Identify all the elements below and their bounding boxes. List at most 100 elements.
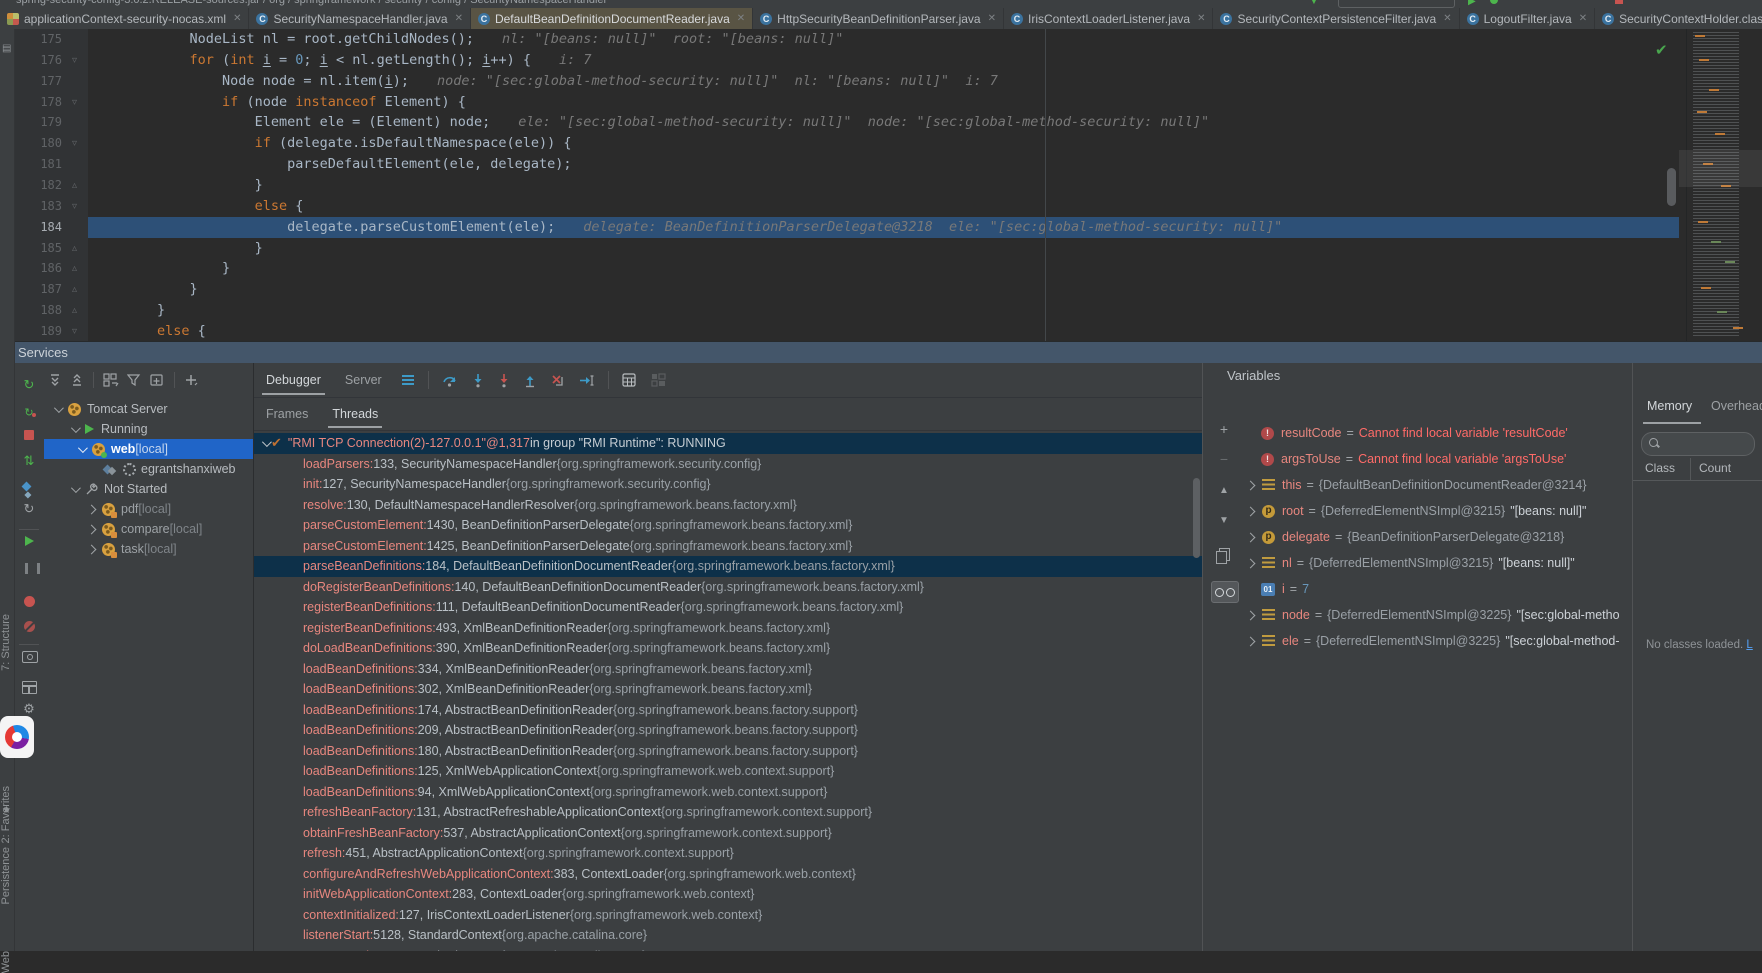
column-count[interactable]: Count: [1699, 461, 1731, 475]
tab-debugger[interactable]: Debugger: [254, 363, 333, 397]
fold-marker-icon[interactable]: ▵: [72, 258, 77, 279]
inspection-ok-icon[interactable]: ✔: [1655, 41, 1668, 59]
add-service-icon[interactable]: [184, 373, 199, 387]
filter-icon[interactable]: [127, 373, 142, 387]
editor-tab[interactable]: SecurityContextPersistenceFilter.java✕: [1213, 8, 1459, 29]
stop-icon[interactable]: [24, 430, 34, 440]
chevron-down-icon[interactable]: [71, 483, 81, 493]
fold-marker-icon[interactable]: ▿: [72, 50, 77, 71]
run-icon[interactable]: ▶: [1468, 0, 1476, 7]
chevron-down-icon[interactable]: [71, 423, 81, 433]
tab-threads[interactable]: Threads: [320, 397, 390, 430]
variable-row[interactable]: resultCode=Cannot find local variable 'r…: [1245, 420, 1633, 446]
chevron-right-icon[interactable]: [1246, 506, 1256, 516]
chevron-right-icon[interactable]: [87, 524, 97, 534]
stack-frame-row[interactable]: listenerStart:5128, StandardContext {org…: [254, 925, 1203, 946]
chevron-right-icon[interactable]: [1246, 558, 1256, 568]
chevron-right-icon[interactable]: [1246, 532, 1256, 542]
open-in-new-tab-icon[interactable]: [150, 373, 165, 387]
stack-frame-row[interactable]: loadBeanDefinitions:302, XmlBeanDefiniti…: [254, 679, 1203, 700]
fold-marker-icon[interactable]: ▿: [72, 92, 77, 113]
stripe-label--favorites[interactable]: 2: Favorites: [0, 786, 14, 843]
evaluate-expression-icon[interactable]: [622, 373, 637, 387]
stack-frame-row[interactable]: initWebApplicationContext:283, ContextLo…: [254, 884, 1203, 905]
tab-close-icon[interactable]: ✕: [233, 13, 241, 24]
debug-icon[interactable]: [1490, 0, 1498, 4]
stripe-label--structure[interactable]: 7: Structure: [0, 614, 14, 671]
editor-tab[interactable]: IrisContextLoaderListener.java✕: [1004, 8, 1213, 29]
collapse-all-icon[interactable]: [70, 373, 84, 387]
group-by-icon[interactable]: [103, 373, 119, 387]
tab-close-icon[interactable]: ✕: [1443, 13, 1451, 24]
variable-row[interactable]: argsToUse=Cannot find local variable 'ar…: [1245, 446, 1633, 472]
stack-frame-row[interactable]: loadBeanDefinitions:209, AbstractBeanDef…: [254, 720, 1203, 741]
tab-frames[interactable]: Frames: [254, 397, 320, 430]
chevron-right-icon[interactable]: [87, 504, 97, 514]
column-class[interactable]: Class: [1645, 461, 1675, 475]
stack-frame-row[interactable]: loadBeanDefinitions:125, XmlWebApplicati…: [254, 761, 1203, 782]
settings-gear-icon[interactable]: ⚙: [14, 701, 44, 717]
stack-frame-row[interactable]: parseBeanDefinitions:184, DefaultBeanDef…: [254, 556, 1203, 577]
variable-row[interactable]: i=7: [1245, 576, 1633, 602]
stack-frame-row[interactable]: loadBeanDefinitions:174, AbstractBeanDef…: [254, 700, 1203, 721]
service-tree-item[interactable]: pdf [local]: [44, 499, 253, 519]
editor-tab[interactable]: applicationContext-security-nocas.xml✕: [0, 8, 249, 29]
stack-frame-row[interactable]: init:127, SecurityNamespaceHandler {org.…: [254, 474, 1203, 495]
run-to-cursor-icon[interactable]: [579, 373, 595, 388]
service-tree-item[interactable]: Running: [44, 419, 253, 439]
stack-frame-row[interactable]: resolve:130, DefaultNamespaceHandlerReso…: [254, 495, 1203, 516]
fold-marker-icon[interactable]: ▵: [72, 238, 77, 259]
tab-close-icon[interactable]: ✕: [1579, 13, 1587, 24]
layout-settings-icon[interactable]: [651, 373, 666, 387]
variable-row[interactable]: nl={DeferredElementNSImpl@3215}"[beans: …: [1245, 550, 1633, 576]
move-up-icon[interactable]: ▲: [1211, 485, 1237, 496]
chevron-right-icon[interactable]: [87, 544, 97, 554]
service-tree-item[interactable]: compare [local]: [44, 519, 253, 539]
stack-frame-row[interactable]: registerBeanDefinitions:111, DefaultBean…: [254, 597, 1203, 618]
copy-icon[interactable]: [1216, 551, 1227, 564]
fold-marker-icon[interactable]: ▿: [72, 321, 77, 341]
service-tree-item[interactable]: Tomcat Server: [44, 399, 253, 419]
fold-marker-icon[interactable]: ▿: [72, 133, 77, 154]
service-tree-item[interactable]: Not Started: [44, 479, 253, 499]
variable-row[interactable]: root={DeferredElementNSImpl@3215}"[beans…: [1245, 498, 1633, 524]
run-config-selector[interactable]: [1338, 0, 1455, 8]
restore-layout-icon[interactable]: [22, 681, 37, 694]
stack-frame-row[interactable]: loadBeanDefinitions:180, AbstractBeanDef…: [254, 741, 1203, 762]
chevron-right-icon[interactable]: [1246, 610, 1256, 620]
stripe-label-web[interactable]: Web: [0, 951, 14, 973]
fold-marker-icon[interactable]: ▵: [72, 279, 77, 300]
tab-close-icon[interactable]: ✕: [1197, 13, 1205, 24]
chevron-down-icon[interactable]: [54, 403, 64, 413]
stripe-label-persistence[interactable]: Persistence: [0, 847, 14, 904]
tab-close-icon[interactable]: ✕: [737, 13, 745, 24]
chevron-right-icon[interactable]: [1246, 480, 1256, 490]
tab-server[interactable]: Server: [333, 363, 394, 397]
view-breakpoints-icon[interactable]: [24, 596, 35, 607]
run-config-chevron-icon[interactable]: ▼: [1309, 0, 1319, 7]
tab-memory[interactable]: Memory: [1647, 399, 1692, 413]
chevron-down-icon[interactable]: [78, 443, 88, 453]
memory-search-box[interactable]: [1641, 432, 1755, 456]
pause-icon[interactable]: [25, 563, 40, 574]
stack-frame-row[interactable]: parseCustomElement:1425, BeanDefinitionP…: [254, 536, 1203, 557]
stack-frame-row[interactable]: parseCustomElement:1430, BeanDefinitionP…: [254, 515, 1203, 536]
services-diamond-icon[interactable]: [22, 482, 32, 492]
variable-row[interactable]: delegate={BeanDefinitionParserDelegate@3…: [1245, 524, 1633, 550]
chevron-right-icon[interactable]: [1246, 636, 1256, 646]
refresh-icon[interactable]: ↻: [14, 501, 44, 517]
step-over-icon[interactable]: [442, 373, 458, 388]
stack-frame-row[interactable]: loadParsers:133, SecurityNamespaceHandle…: [254, 454, 1203, 475]
force-step-into-icon[interactable]: [498, 373, 510, 388]
stack-frame-row[interactable]: doLoadBeanDefinitions:390, XmlBeanDefini…: [254, 638, 1203, 659]
swap-nodes-icon[interactable]: ⇅: [14, 453, 44, 469]
editor-tab[interactable]: HttpSecurityBeanDefinitionParser.java✕: [753, 8, 1004, 29]
code-editor[interactable]: 175 NodeList nl = root.getChildNodes();n…: [0, 29, 1762, 341]
stack-frame-row[interactable]: refreshBeanFactory:131, AbstractRefresha…: [254, 802, 1203, 823]
remove-watch-icon[interactable]: −: [1211, 451, 1237, 467]
step-into-icon[interactable]: [472, 373, 484, 388]
thread-dump-icon[interactable]: [22, 651, 38, 663]
expand-all-icon[interactable]: [48, 373, 62, 387]
search-input[interactable]: [1662, 434, 1752, 454]
service-tree-item[interactable]: web [local]: [44, 439, 253, 459]
